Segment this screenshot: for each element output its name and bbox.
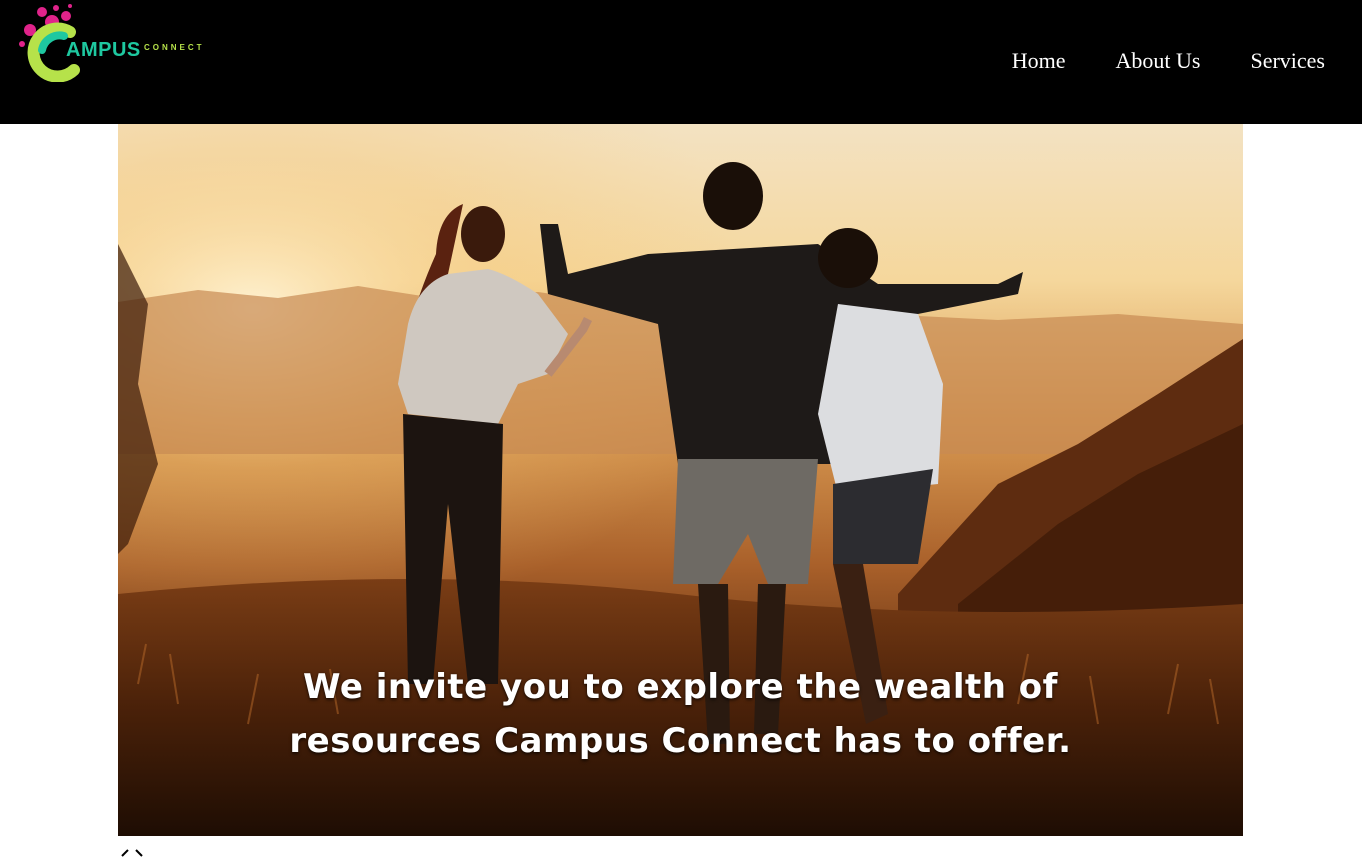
nav-services-link[interactable]: Services — [1250, 48, 1325, 74]
hero-tagline-line1: We invite you to explore the wealth of — [303, 667, 1058, 707]
site-header: AMPUS CONNECT Home About Us Services — [0, 0, 1362, 124]
campus-connect-logo[interactable]: AMPUS CONNECT — [12, 2, 212, 83]
hero-image: We invite you to explore the wealth of r… — [118, 124, 1243, 836]
hero-tagline: We invite you to explore the wealth of r… — [118, 660, 1243, 768]
hero-tagline-line2: resources Campus Connect has to offer. — [289, 721, 1072, 761]
logo-wordmark: AMPUS — [66, 39, 141, 61]
main-nav: Home About Us Services — [1012, 48, 1325, 74]
nav-about-us-link[interactable]: About Us — [1116, 48, 1201, 74]
carousel-arrows[interactable] — [118, 846, 148, 860]
nav-home-link[interactable]: Home — [1012, 48, 1066, 74]
logo-subtitle: CONNECT — [144, 43, 205, 52]
chevron-arrows-icon — [121, 849, 143, 857]
